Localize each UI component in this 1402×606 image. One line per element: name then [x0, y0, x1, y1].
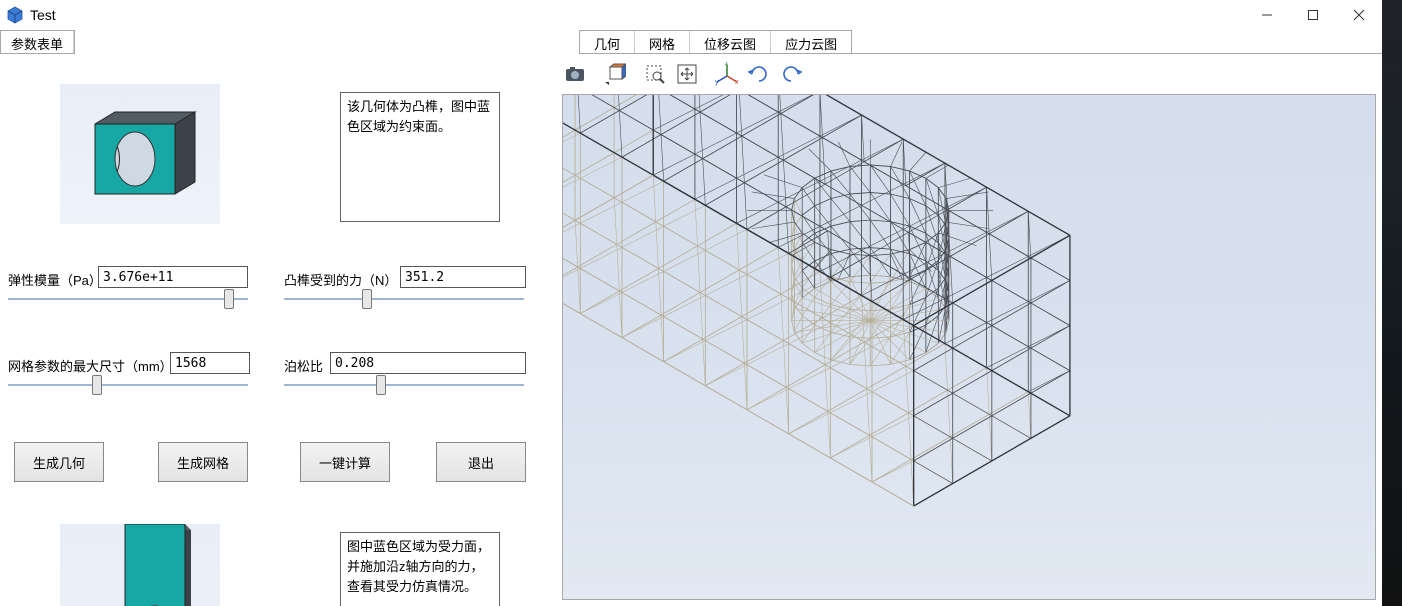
parameter-panel: 该几何体为凸榫，图中蓝色区域为约束面。 弹性模量（Pa） 凸榫受到的力（N） 网… — [0, 54, 556, 606]
label-mesh-size: 网格参数的最大尺寸（mm） — [8, 356, 173, 375]
label-force: 凸榫受到的力（N） — [284, 270, 397, 289]
desktop-background-strip — [1382, 0, 1402, 606]
compute-button[interactable]: 一键计算 — [300, 442, 390, 482]
slider-thumb-force[interactable] — [362, 289, 372, 309]
geometry-preview-top — [60, 84, 220, 224]
3d-viewport[interactable] — [562, 94, 1376, 600]
close-button[interactable] — [1336, 0, 1382, 30]
slider-poisson[interactable] — [284, 384, 524, 386]
tab-stress[interactable]: 应力云图 — [771, 31, 851, 53]
geometry-preview-bottom — [60, 524, 220, 606]
input-poisson[interactable] — [330, 352, 526, 374]
description-top: 该几何体为凸榫，图中蓝色区域为约束面。 — [340, 92, 500, 222]
rotate-cw-icon[interactable] — [776, 59, 806, 89]
app-icon — [6, 6, 24, 24]
viewport-toolbar: z x y — [556, 54, 1382, 94]
svg-text:y: y — [715, 79, 719, 86]
svg-text:z: z — [725, 62, 729, 67]
slider-thumb-mesh[interactable] — [92, 375, 102, 395]
camera-icon[interactable] — [560, 59, 590, 89]
input-mesh-size[interactable] — [170, 352, 250, 374]
slider-thumb-elastic[interactable] — [224, 289, 234, 309]
menubar: 参数表单 几何 网格 位移云图 应力云图 — [0, 30, 1382, 54]
rubberband-zoom-icon[interactable] — [640, 59, 670, 89]
exit-button[interactable]: 退出 — [436, 442, 526, 482]
generate-mesh-button[interactable]: 生成网格 — [158, 442, 248, 482]
axes-icon[interactable]: z x y — [712, 59, 742, 89]
zoom-fit-icon[interactable] — [672, 59, 702, 89]
mesh-wireframe — [563, 95, 1375, 600]
window-title: Test — [30, 7, 56, 23]
label-poisson: 泊松比 — [284, 356, 323, 375]
titlebar: Test — [0, 0, 1382, 30]
svg-text:x: x — [735, 79, 739, 86]
minimize-button[interactable] — [1244, 0, 1290, 30]
slider-mesh-size[interactable] — [8, 384, 248, 386]
description-bottom: 图中蓝色区域为受力面，并施加沿z轴方向的力，查看其受力仿真情况。 — [340, 532, 500, 606]
input-force[interactable] — [400, 266, 526, 288]
rotate-ccw-icon[interactable] — [744, 59, 774, 89]
tab-geometry[interactable]: 几何 — [580, 31, 635, 53]
input-elastic-modulus[interactable] — [98, 266, 248, 288]
label-elastic-modulus: 弹性模量（Pa） — [8, 270, 102, 289]
tab-param-form[interactable]: 参数表单 — [1, 31, 74, 53]
tab-displacement[interactable]: 位移云图 — [690, 31, 771, 53]
maximize-button[interactable] — [1290, 0, 1336, 30]
slider-thumb-poisson[interactable] — [376, 375, 386, 395]
slider-elastic-modulus[interactable] — [8, 298, 248, 300]
slider-force[interactable] — [284, 298, 524, 300]
tab-mesh[interactable]: 网格 — [635, 31, 690, 53]
viewport-panel: z x y — [556, 54, 1382, 606]
view-box-icon[interactable] — [600, 59, 630, 89]
generate-geometry-button[interactable]: 生成几何 — [14, 442, 104, 482]
